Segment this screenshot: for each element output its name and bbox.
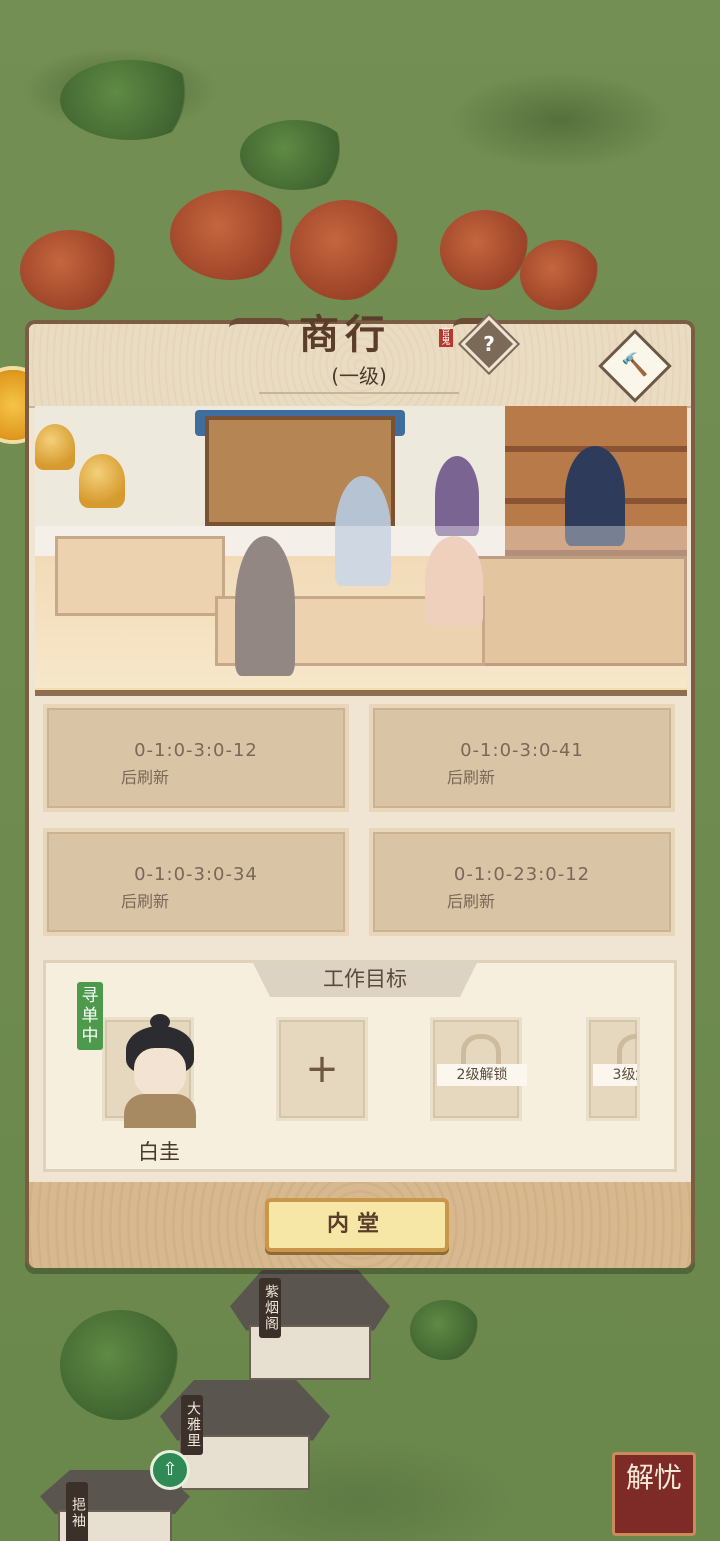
bell-icon xyxy=(79,454,125,508)
lock-label: 2级解锁 xyxy=(437,1064,527,1086)
shop-scene-illustration xyxy=(35,406,687,696)
upgrade-arrow-icon[interactable]: ⇧ xyxy=(150,1450,190,1490)
trade-slot-1[interactable]: 0-1:0-3:0-12 后刷新 xyxy=(43,704,349,812)
trade-slot-3[interactable]: 0-1:0-3:0-34 后刷新 xyxy=(43,828,349,936)
maple-tree-icon xyxy=(290,200,400,300)
add-worker-button[interactable]: + xyxy=(276,1017,368,1121)
slot-timer: 0-1:0-3:0-41 xyxy=(460,740,584,761)
upgrade-hammer-button[interactable]: 🔨 xyxy=(598,329,672,403)
slot-refresh-note: 后刷新 xyxy=(121,768,170,787)
shop-panel: 商行 官鬼 ? (一级) 🔨 0-1:0-3:0-12 后刷新 0-1:0-3:… xyxy=(25,311,695,1268)
shop-level: (一级) xyxy=(259,360,459,394)
building-sign-dayali: 大雅里 xyxy=(181,1395,203,1455)
slot-timer: 0-1:0-3:0-34 xyxy=(134,864,258,885)
maple-tree-icon xyxy=(20,230,120,310)
tree-icon xyxy=(240,120,350,190)
plus-icon: + xyxy=(305,1046,339,1092)
worker-name: 白圭 xyxy=(138,1140,180,1164)
building-ziyange[interactable] xyxy=(230,1270,390,1380)
worker-avatar xyxy=(112,1014,208,1128)
work-target-title: 工作目标 xyxy=(252,961,478,997)
maple-tree-icon xyxy=(170,190,290,280)
hammer-icon: 🔨 xyxy=(621,353,649,378)
slot-refresh-note: 后刷新 xyxy=(121,892,170,911)
lock-label: 3级解锁 xyxy=(593,1064,637,1086)
locked-slot-level2[interactable]: 2级解锁 xyxy=(430,1017,527,1121)
trade-slot-4[interactable]: 0-1:0-23:0-12 后刷新 xyxy=(369,828,675,936)
trade-slot-2[interactable]: 0-1:0-3:0-41 后刷新 xyxy=(369,704,675,812)
seeking-order-badge: 寻单中 xyxy=(77,982,103,1050)
slot-refresh-note: 后刷新 xyxy=(447,768,496,787)
locked-slot-level3[interactable]: 3级解锁 xyxy=(586,1017,640,1121)
panel-footer: 内堂 xyxy=(29,1182,691,1268)
seal-stamp: 官鬼 xyxy=(439,329,453,347)
tree-icon xyxy=(410,1300,480,1360)
jieyou-button[interactable]: 解忧 xyxy=(612,1452,696,1536)
bell-icon xyxy=(35,424,75,470)
slot-timer: 0-1:0-23:0-12 xyxy=(453,864,591,885)
maple-tree-icon xyxy=(520,240,600,310)
slot-timer: 0-1:0-3:0-12 xyxy=(134,740,258,761)
clerk-character xyxy=(435,456,479,536)
building-sign-bottom: 挹袖 xyxy=(66,1482,88,1541)
maple-tree-icon xyxy=(440,210,530,290)
cloud-ornament-icon xyxy=(229,318,289,340)
slot-refresh-note: 后刷新 xyxy=(447,892,496,911)
inner-hall-button[interactable]: 内堂 xyxy=(265,1198,449,1252)
tree-icon xyxy=(60,60,200,140)
panel-title: 商行 xyxy=(299,311,391,358)
panel-header: 商行 官鬼 ? (一级) 🔨 xyxy=(29,311,691,408)
question-icon: ? xyxy=(483,332,495,356)
building-sign-ziyange: 紫烟阁 xyxy=(259,1278,281,1338)
